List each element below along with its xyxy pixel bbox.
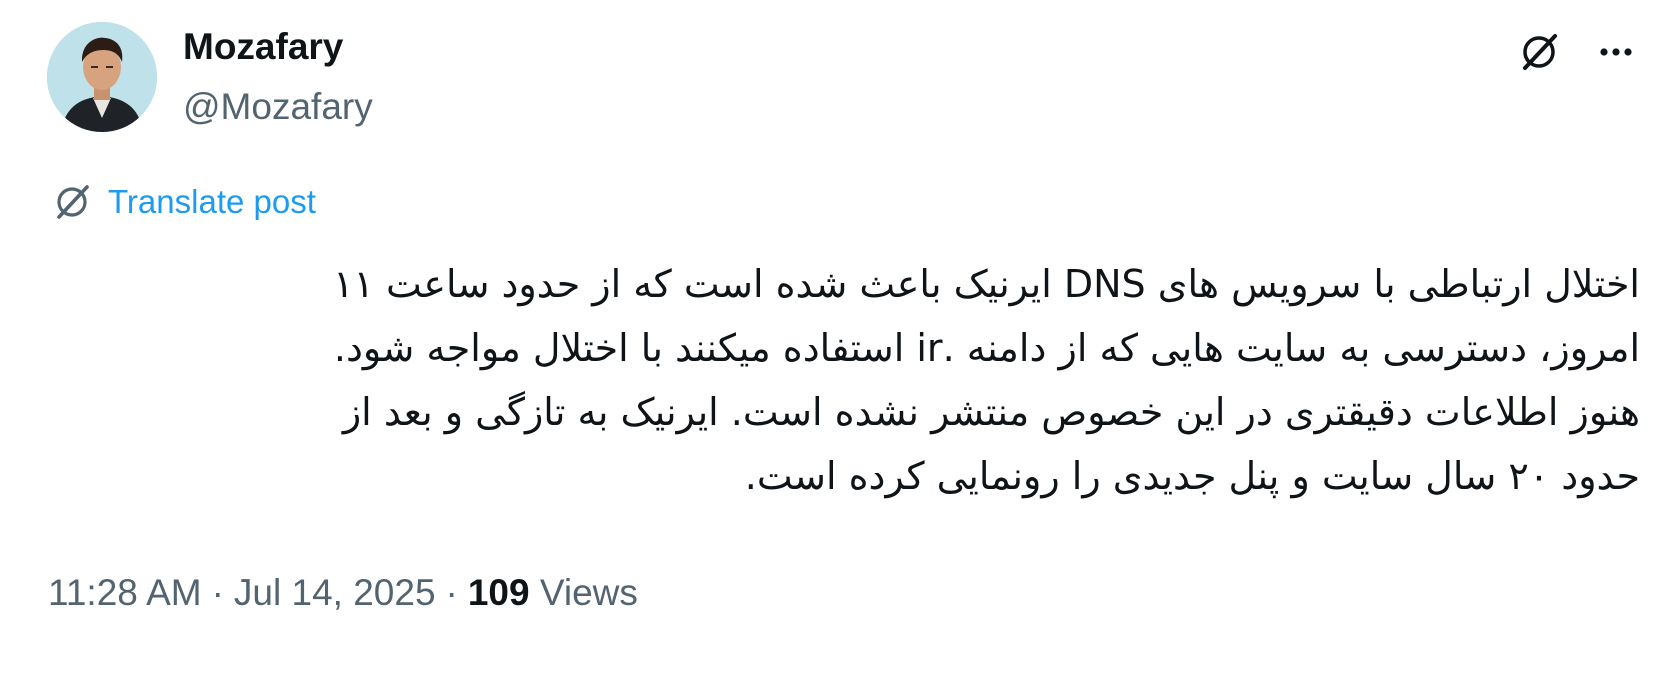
translate-post-link[interactable]: Translate post	[50, 180, 316, 224]
grok-icon	[50, 180, 94, 224]
more-options-button[interactable]	[1592, 28, 1640, 76]
views-label: Views	[539, 572, 638, 613]
views-count: 109	[467, 572, 530, 613]
author-display-name[interactable]: Mozafary	[183, 26, 343, 68]
tweet-text-line: امروز، دسترسی به سایت هایی که از دامنه .…	[333, 326, 1640, 370]
tweet-text-line: حدود ۲۰ سال سایت و پنل جدیدی را رونمایی …	[744, 454, 1640, 498]
meta-separator: ·	[445, 572, 458, 613]
grok-button[interactable]	[1515, 28, 1563, 76]
tweet-time[interactable]: 11:28 AM	[48, 572, 202, 613]
translate-post-label: Translate post	[108, 183, 316, 220]
grok-icon	[1523, 34, 1557, 70]
meta-separator: ·	[211, 572, 224, 613]
tweet-meta: 11:28 AM · Jul 14, 2025 · 109 Views	[48, 572, 638, 614]
tweet-text-line: هنوز اطلاعات دقیقتری در این خصوص منتشر ن…	[342, 390, 1640, 434]
tweet-date[interactable]: Jul 14, 2025	[234, 572, 436, 613]
avatar[interactable]	[47, 22, 157, 132]
avatar-image	[47, 22, 157, 132]
tweet-text-line: اختلال ارتباطی با سرویس های DNS ایرنیک ب…	[333, 262, 1640, 306]
tweet-card: Mozafary @Mozafary Translate post اختلال…	[0, 0, 1680, 678]
tweet-text: اختلال ارتباطی با سرویس های DNS ایرنیک ب…	[60, 252, 1640, 508]
more-dots-icon	[1600, 48, 1632, 56]
author-handle[interactable]: @Mozafary	[183, 86, 373, 128]
